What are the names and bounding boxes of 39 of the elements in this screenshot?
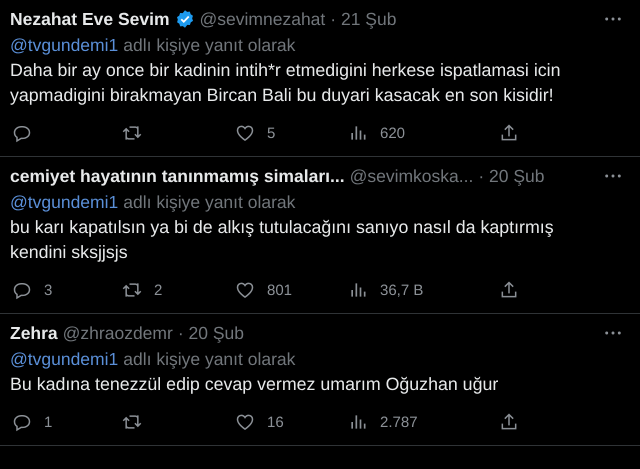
action-count: 620 — [380, 124, 406, 142]
post-text: bu karı kapatılsın ya bi de alkış tutulacağını sanıyo nasıl da kaptırmış kendini sksjjsjs — [10, 216, 555, 264]
action-count: 2 — [154, 282, 162, 298]
author-name[interactable]: Zehra — [10, 322, 58, 344]
mention-link[interactable]: @tvgundemi1 — [10, 192, 118, 212]
heart-icon[interactable] — [235, 123, 255, 143]
post-date[interactable]: · 20 Şub — [178, 322, 244, 344]
speech-bubble-icon[interactable] — [12, 280, 32, 300]
heart-icon[interactable] — [235, 280, 255, 300]
post-text: Daha bir ay once bir kadinin intih*r etmedigini herkese ispatlamasi icin yapmadigini birakmayan Bircan Bali bu duyari kasacak en son kisidir! — [10, 59, 562, 107]
heart-icon[interactable] — [235, 412, 255, 432]
reply-context: adlı kişiye yanıt olarak — [123, 34, 296, 56]
action-count: 3 — [44, 282, 52, 298]
user-handle[interactable]: @sevimnezahat — [200, 8, 326, 30]
reply-context: adlı kişiye yanıt olarak — [123, 192, 296, 212]
more-options-icon[interactable] — [604, 330, 622, 336]
mention-link[interactable]: @tvgundemi1 — [10, 34, 118, 56]
action-count: 16 — [267, 414, 284, 430]
speech-bubble-icon[interactable] — [12, 412, 32, 432]
share-icon[interactable] — [499, 280, 519, 300]
more-options-icon[interactable] — [604, 16, 622, 22]
post-text: Bu kadına tenezzül edip cevap vermez umarım Oğuzhan uğur — [10, 373, 500, 396]
more-options-icon[interactable] — [604, 173, 622, 179]
user-handle[interactable]: @sevimkoska... — [350, 166, 474, 186]
share-icon[interactable] — [499, 123, 519, 143]
action-count: 1 — [44, 414, 52, 430]
author-name[interactable]: cemiyet hayatının tanınmamış simaları... — [10, 166, 345, 186]
reply-context: adlı kişiye yanıt olarak — [123, 348, 296, 370]
author-name[interactable]: Nezahat Eve Sevim — [10, 8, 170, 30]
user-handle[interactable]: @zhraozdemr — [62, 322, 173, 344]
mention-link[interactable]: @tvgundemi1 — [10, 348, 118, 370]
action-count: 36,7 B — [380, 282, 424, 298]
post-date[interactable]: · 21 Şub — [330, 8, 396, 30]
post-date[interactable]: · 20 Şub — [478, 166, 544, 186]
share-icon[interactable] — [499, 412, 519, 432]
action-count: 5 — [267, 124, 276, 142]
action-count: 801 — [267, 282, 292, 298]
action-count: 2.787 — [380, 414, 418, 430]
speech-bubble-icon[interactable] — [12, 123, 32, 143]
